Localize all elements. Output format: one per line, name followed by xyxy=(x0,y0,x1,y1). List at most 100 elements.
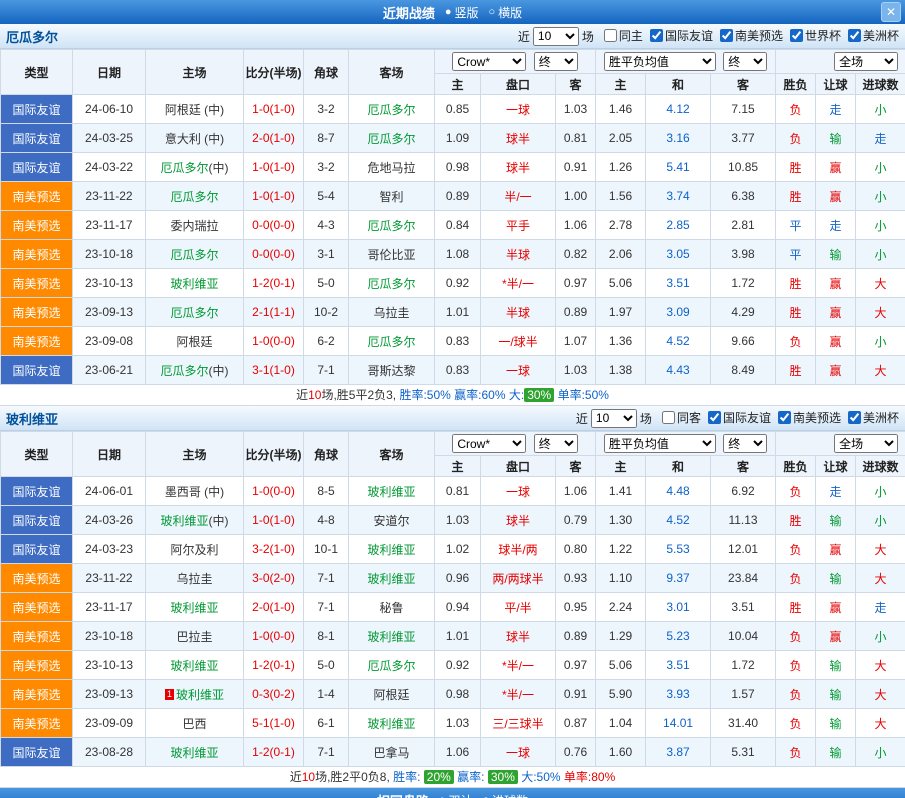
bookmaker-select[interactable]: Crow* xyxy=(452,434,526,453)
home-team-cell: 阿尔及利 xyxy=(146,535,244,564)
filter-checkbox[interactable]: 世界杯 xyxy=(790,27,841,44)
ah-home-odds: 1.09 xyxy=(435,124,481,153)
ah-time-select[interactable]: 终 xyxy=(534,434,578,453)
odds-home-win: 2.24 xyxy=(596,593,646,622)
team-name-highlight: 玻利维亚 xyxy=(367,543,415,557)
home-team-cell: 玻利维亚 xyxy=(146,738,244,767)
filter-checkbox[interactable]: 同主 xyxy=(604,27,643,44)
team-name-highlight: 玻利维亚 xyxy=(170,601,218,615)
filter-checkbox-input[interactable] xyxy=(662,411,675,424)
corners-cell: 8-7 xyxy=(304,124,349,153)
filter-checkbox-label: 美洲杯 xyxy=(863,409,899,426)
home-team-cell: 巴西 xyxy=(146,709,244,738)
odds-draw: 3.51 xyxy=(646,269,711,298)
home-team-cell: 委内瑞拉 xyxy=(146,211,244,240)
corners-cell: 7-1 xyxy=(304,356,349,385)
result-wdl: 负 xyxy=(776,709,816,738)
bookmaker-select[interactable]: Crow* xyxy=(452,52,526,71)
odds-draw: 5.41 xyxy=(646,153,711,182)
odds-away-win: 7.15 xyxy=(711,95,776,124)
ah-away-odds: 0.89 xyxy=(556,622,596,651)
summary-segment: 胜率:50% xyxy=(399,388,454,402)
radio-option[interactable]: ○横版 xyxy=(489,4,523,21)
radio-option[interactable]: ●双计 xyxy=(439,792,473,798)
scope-select[interactable]: 全场 xyxy=(834,434,898,453)
odds-1x2-time-select[interactable]: 终 xyxy=(723,52,767,71)
score-cell: 1-0(1-0) xyxy=(244,506,304,535)
odds-1x2-time-select[interactable]: 终 xyxy=(723,434,767,453)
filter-checkbox-input[interactable] xyxy=(790,29,803,42)
filter-checkbox-input[interactable] xyxy=(778,411,791,424)
odds-away-win: 1.72 xyxy=(711,651,776,680)
col-wdl: 胜负 xyxy=(776,74,816,95)
ah-line: 半/一 xyxy=(481,182,556,211)
odds-home-win: 1.41 xyxy=(596,477,646,506)
scope-select[interactable]: 全场 xyxy=(834,52,898,71)
match-row: 南美预选23-11-22厄瓜多尔1-0(1-0)5-4智利0.89半/一1.00… xyxy=(1,182,905,211)
summary-bar: 近10场,胜2平0负8, 胜率: 20% 赢率: 30% 大:50% 单率:80… xyxy=(0,767,905,788)
col-ah-line: 盘口 xyxy=(481,74,556,95)
filter-checkbox[interactable]: 国际友谊 xyxy=(708,409,771,426)
summary-segment: 胜率: xyxy=(393,770,424,784)
corners-cell: 1-4 xyxy=(304,680,349,709)
result-goals: 大 xyxy=(856,356,905,385)
home-team-cell: 意大利 (中) xyxy=(146,124,244,153)
odds-draw: 9.37 xyxy=(646,564,711,593)
col-ah-line: 盘口 xyxy=(481,456,556,477)
filter-checkbox[interactable]: 同客 xyxy=(662,409,701,426)
filter-checkbox-input[interactable] xyxy=(708,411,721,424)
match-row: 国际友谊23-06-21厄瓜多尔(中)3-1(1-0)7-1哥斯达黎0.83一球… xyxy=(1,356,905,385)
odds-home-win: 1.10 xyxy=(596,564,646,593)
match-row: 国际友谊24-03-26玻利维亚(中)1-0(1-0)4-8安道尔1.03球半0… xyxy=(1,506,905,535)
ah-time-select[interactable]: 终 xyxy=(534,52,578,71)
result-wdl: 负 xyxy=(776,124,816,153)
odds-away-win: 23.84 xyxy=(711,564,776,593)
odds-home-win: 5.90 xyxy=(596,680,646,709)
ah-away-odds: 0.93 xyxy=(556,564,596,593)
result-wdl: 平 xyxy=(776,240,816,269)
ah-home-odds: 0.85 xyxy=(435,95,481,124)
filter-checkbox[interactable]: 国际友谊 xyxy=(650,27,713,44)
odds-draw: 3.01 xyxy=(646,593,711,622)
home-team-cell: 墨西哥 (中) xyxy=(146,477,244,506)
ah-line: 一/球半 xyxy=(481,327,556,356)
close-button[interactable]: ✕ xyxy=(881,2,901,22)
match-date: 23-11-17 xyxy=(73,211,146,240)
team-name-highlight: 厄瓜多尔 xyxy=(170,248,218,262)
games-count-select[interactable]: 10 xyxy=(591,409,637,428)
filter-checkbox[interactable]: 南美预选 xyxy=(720,27,783,44)
result-handicap: 赢 xyxy=(816,269,856,298)
filter-checkbox[interactable]: 美洲杯 xyxy=(848,409,899,426)
score-cell: 1-0(1-0) xyxy=(244,95,304,124)
result-goals: 大 xyxy=(856,651,905,680)
ah-odds-header: Crow* 终 xyxy=(435,432,596,456)
filter-checkbox-input[interactable] xyxy=(848,29,861,42)
odds-1x2-avg-select[interactable]: 胜平负均值 xyxy=(604,434,716,453)
radio-option[interactable]: ●竖版 xyxy=(445,4,479,21)
filter-checkbox-input[interactable] xyxy=(650,29,663,42)
filter-checkbox[interactable]: 南美预选 xyxy=(778,409,841,426)
match-date: 24-06-01 xyxy=(73,477,146,506)
summary-segment: 30% xyxy=(488,770,518,784)
away-team-cell: 玻利维亚 xyxy=(349,564,435,593)
score-cell: 1-0(1-0) xyxy=(244,153,304,182)
match-date: 23-11-22 xyxy=(73,182,146,211)
team-name-highlight: 厄瓜多尔 xyxy=(170,306,218,320)
filter-checkbox-input[interactable] xyxy=(848,411,861,424)
col-home: 主场 xyxy=(146,50,244,95)
corners-cell: 4-3 xyxy=(304,211,349,240)
team-name-highlight: 玻利维亚 xyxy=(367,630,415,644)
ah-home-odds: 0.94 xyxy=(435,593,481,622)
filter-checkbox[interactable]: 美洲杯 xyxy=(848,27,899,44)
team-name-highlight: 厄瓜多尔 xyxy=(160,161,208,175)
ah-away-odds: 1.00 xyxy=(556,182,596,211)
odds-draw: 5.23 xyxy=(646,622,711,651)
filter-checkbox-input[interactable] xyxy=(720,29,733,42)
odds-1x2-avg-select[interactable]: 胜平负均值 xyxy=(604,52,716,71)
radio-label: 双计 xyxy=(448,792,472,798)
summary-bar: 近10场,胜5平2负3, 胜率:50% 赢率:60% 大:30% 单率:50% xyxy=(0,385,905,406)
col-away: 客场 xyxy=(349,432,435,477)
games-count-select[interactable]: 10 xyxy=(533,27,579,46)
radio-option[interactable]: ○进球数 xyxy=(483,792,529,798)
filter-checkbox-input[interactable] xyxy=(604,29,617,42)
